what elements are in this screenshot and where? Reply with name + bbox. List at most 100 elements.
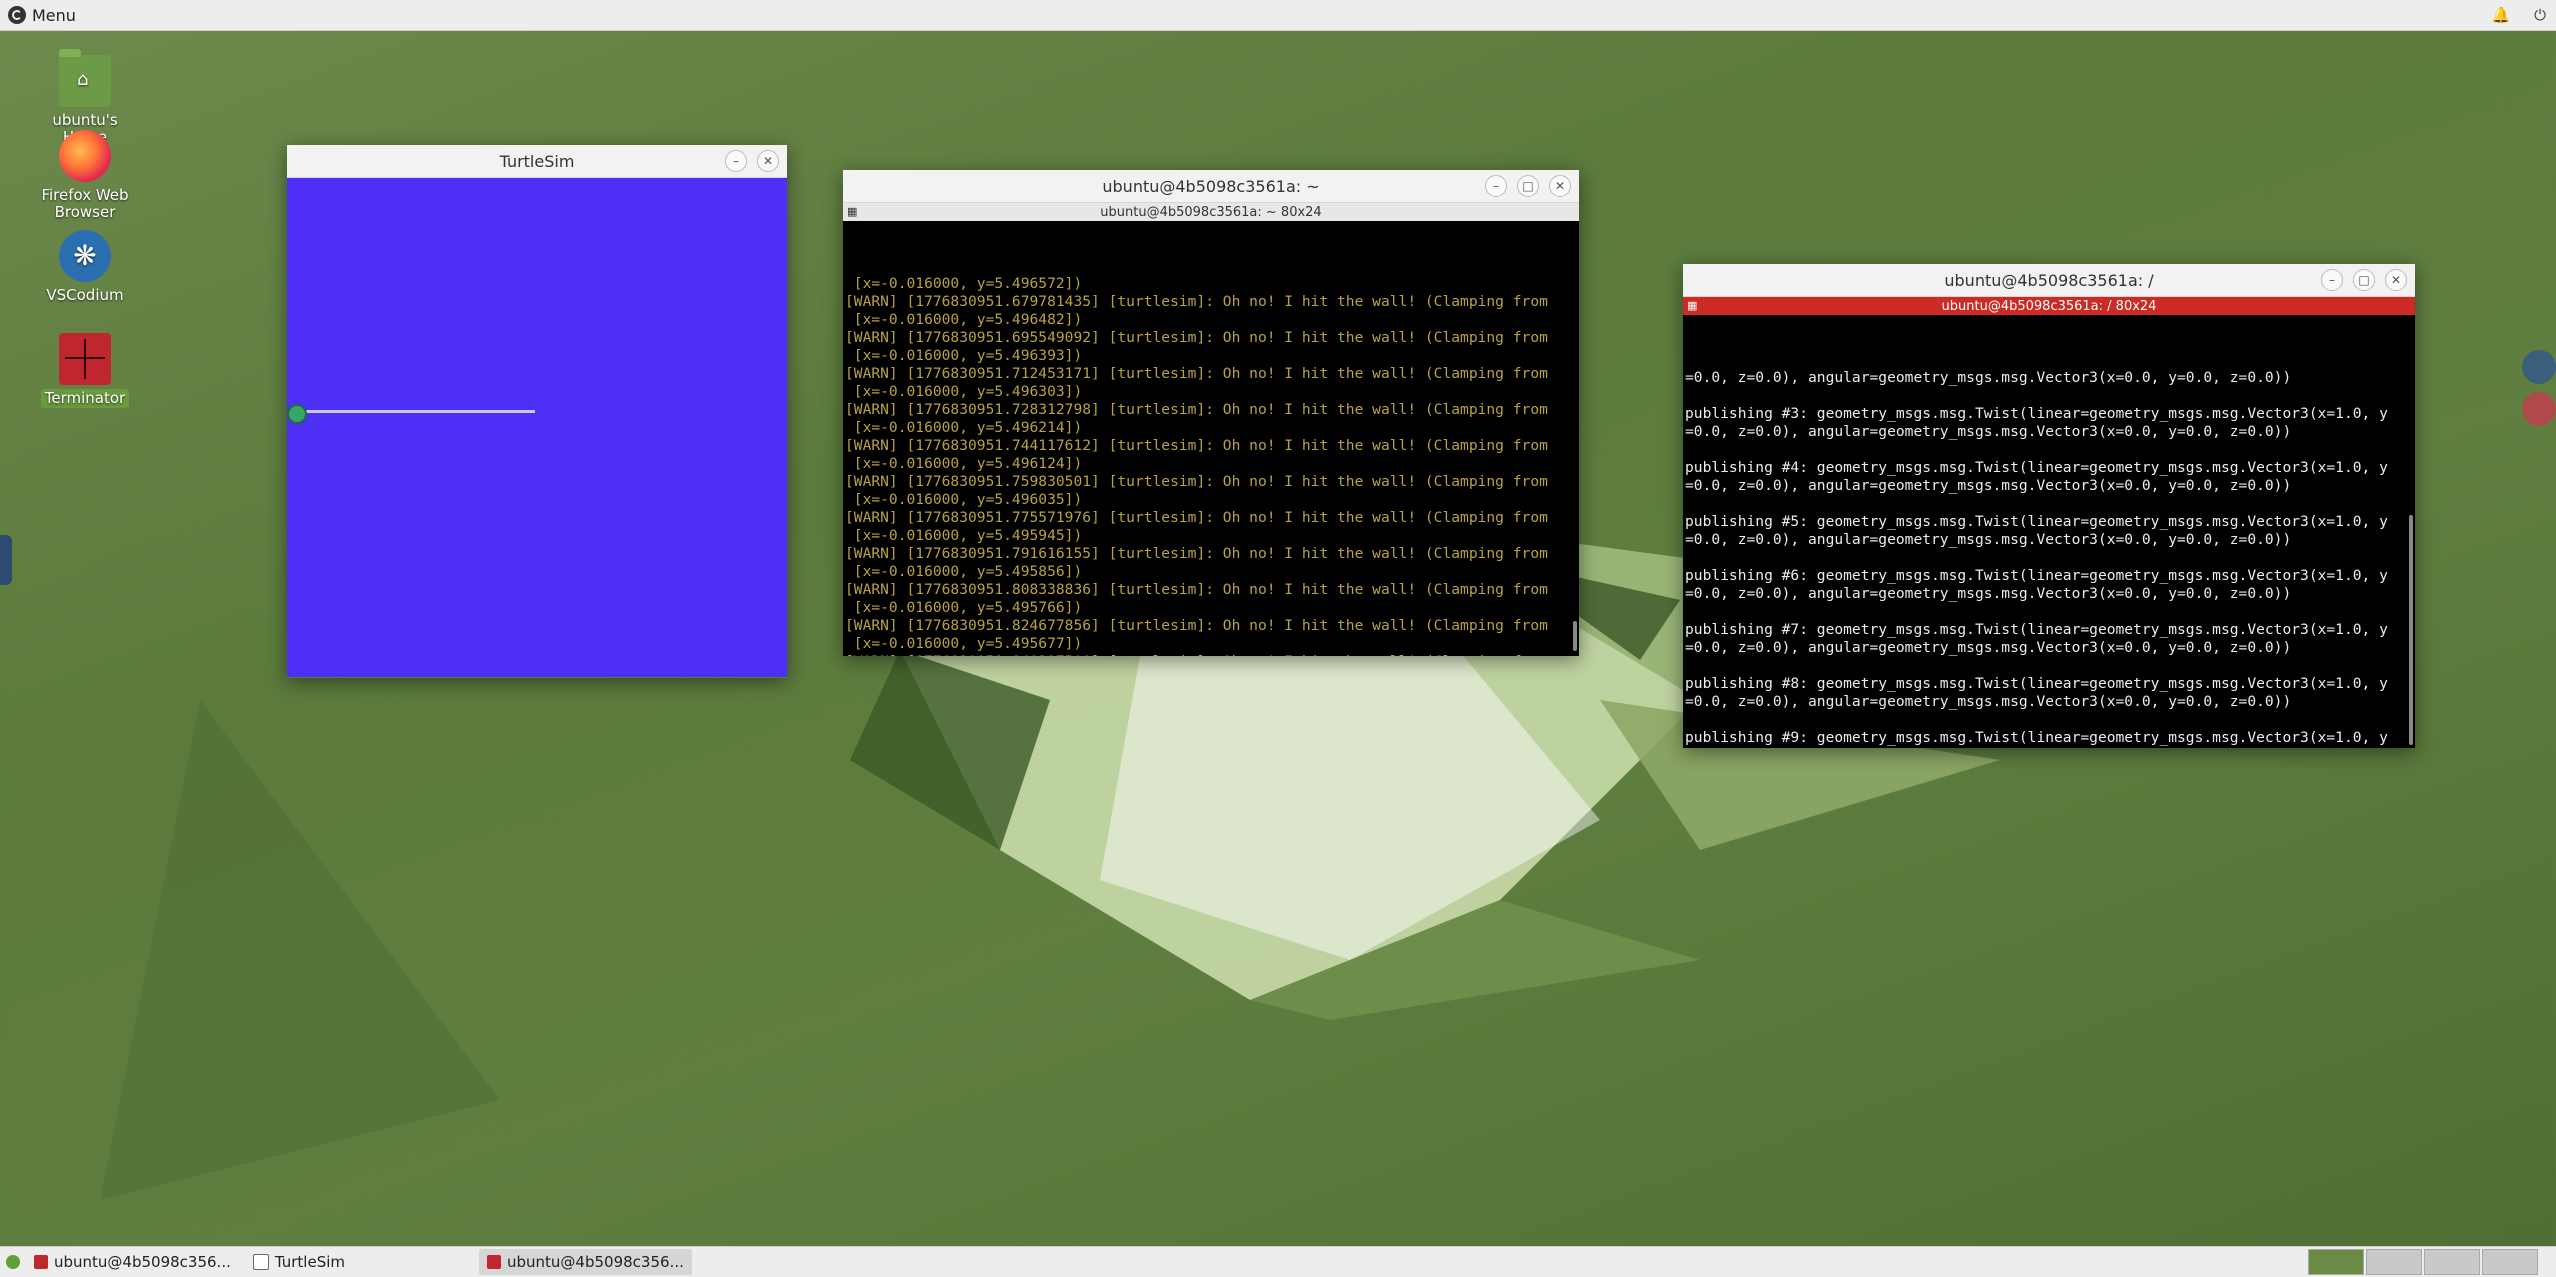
terminal-line: [x=-0.016000, y=5.495677]) [845,635,1083,652]
window-title: TurtleSim [499,151,575,171]
terminal-line: publishing #8: geometry_msgs.msg.Twist(l… [1685,675,2388,692]
terminal-line: =0.0, z=0.0), angular=geometry_msgs.msg.… [1685,477,2292,494]
menu-label: Menu [32,5,76,25]
workspace-switcher[interactable] [2308,1249,2538,1275]
terminal-line: publishing #7: geometry_msgs.msg.Twist(l… [1685,621,2388,638]
top-panel: Menu 🔔 ⏻ [0,0,2556,31]
maximize-button[interactable]: □ [1517,175,1539,197]
menu-logo-icon [8,6,26,24]
close-button[interactable]: ✕ [2385,269,2407,291]
window-title: ubuntu@4b5098c3561a: ~ [1102,176,1320,196]
taskbar-item-terminal[interactable]: ubuntu@4b5098c356... [479,1249,692,1275]
terminal-line: [x=-0.016000, y=5.495766]) [845,599,1083,616]
window-title: ubuntu@4b5098c3561a: / [1944,270,2154,290]
desktop-icon-vscodium[interactable]: ❋ VSCodium [25,230,145,305]
minimize-button[interactable]: – [1485,175,1507,197]
terminal-subtitle: ubuntu@4b5098c3561a: ~ 80x24 [1100,204,1322,220]
terminal-line: =0.0, z=0.0), angular=geometry_msgs.msg.… [1685,531,2292,548]
terminal-line: [x=-0.016000, y=5.496214]) [845,419,1083,436]
close-button[interactable]: ✕ [757,150,779,172]
terminal-line: [x=-0.016000, y=5.496572]) [845,275,1083,292]
turtle-trail [295,410,535,413]
window-icon [252,1254,269,1270]
desktop-icon-terminator[interactable]: Terminator [25,333,145,408]
terminator-icon [59,333,111,385]
taskbar-item-terminal[interactable]: ubuntu@4b5098c356... [26,1249,239,1275]
terminal-line: [x=-0.016000, y=5.495945]) [845,527,1083,544]
terminal-line: publishing #4: geometry_msgs.msg.Twist(l… [1685,459,2388,476]
workspace-3[interactable] [2424,1249,2480,1275]
workspace-4[interactable] [2482,1249,2538,1275]
turtlesim-canvas [287,178,787,677]
workspace-2[interactable] [2366,1249,2422,1275]
close-button[interactable]: ✕ [1549,175,1571,197]
terminator-icon [487,1255,501,1269]
dock-app-icon[interactable] [2522,392,2556,426]
terminal-line: [x=-0.016000, y=5.496482]) [845,311,1083,328]
taskbar-item-turtlesim[interactable]: TurtleSim [245,1249,353,1275]
power-icon[interactable]: ⏻ [2534,6,2546,24]
home-folder-icon: ⌂ [59,49,111,107]
terminal-line: [x=-0.016000, y=5.496035]) [845,491,1083,508]
window-titlebar[interactable]: ubuntu@4b5098c3561a: / – □ ✕ [1683,264,2415,297]
terminal-line: [x=-0.016000, y=5.495856]) [845,563,1083,580]
turtle-icon [287,404,307,424]
window-titlebar[interactable]: ubuntu@4b5098c3561a: ~ – □ ✕ [843,170,1579,203]
terminal-line: [WARN] [1776830951.808338836] [turtlesim… [845,581,1548,598]
terminal-line: [WARN] [1776830951.744117612] [turtlesim… [845,437,1548,454]
side-panel-toggle[interactable] [0,535,12,585]
terminal-line: [WARN] [1776830951.728312798] [turtlesim… [845,401,1548,418]
terminal-line: [WARN] [1776830951.712453171] [turtlesim… [845,365,1548,382]
terminal-line: publishing #3: geometry_msgs.msg.Twist(l… [1685,405,2388,422]
minimize-button[interactable]: – [725,150,747,172]
window-titlebar[interactable]: TurtleSim – ✕ [287,145,787,178]
terminal-line: [WARN] [1776830951.775571976] [turtlesim… [845,509,1548,526]
terminal-line: [WARN] [1776830951.791616155] [turtlesim… [845,545,1548,562]
maximize-button[interactable]: □ [2353,269,2375,291]
terminal-line: [WARN] [1776830951.840397500] [turtlesim… [845,653,1579,656]
terminal-line: =0.0, z=0.0), angular=geometry_msgs.msg.… [1685,369,2292,386]
terminal-grip-icon[interactable]: ▦ [847,205,861,219]
bell-icon[interactable]: 🔔 [2491,6,2510,24]
terminal-subtitle: ubuntu@4b5098c3561a: / 80x24 [1941,298,2157,314]
terminal-window-root: ubuntu@4b5098c3561a: / – □ ✕ ▦ ubuntu@4b… [1683,264,2415,748]
minimize-button[interactable]: – [2321,269,2343,291]
show-desktop-icon[interactable] [6,1255,20,1269]
terminal-line: [WARN] [1776830951.695549092] [turtlesim… [845,329,1548,346]
dock-app-icon[interactable] [2522,350,2556,384]
terminal-line: =0.0, z=0.0), angular=geometry_msgs.msg.… [1685,639,2292,656]
vscodium-icon: ❋ [59,230,111,282]
terminal-grip-icon[interactable]: ▦ [1687,299,1701,313]
terminal-line: [x=-0.016000, y=5.496393]) [845,347,1083,364]
desktop-icon-label: VSCodium [46,286,124,304]
terminal-line: publishing #6: geometry_msgs.msg.Twist(l… [1685,567,2388,584]
terminal-window-home: ubuntu@4b5098c3561a: ~ – □ ✕ ▦ ubuntu@4b… [843,170,1579,656]
terminal-output[interactable]: =0.0, z=0.0), angular=geometry_msgs.msg.… [1683,315,2415,748]
desktop-icon-label: Firefox Web Browser [41,186,129,221]
terminal-tab-bar[interactable]: ▦ ubuntu@4b5098c3561a: / 80x24 [1683,297,2415,315]
terminal-output[interactable]: [x=-0.016000, y=5.496572]) [WARN] [177683… [843,221,1579,656]
terminal-tab-bar[interactable]: ▦ ubuntu@4b5098c3561a: ~ 80x24 [843,203,1579,221]
workspace-1[interactable] [2308,1249,2364,1275]
terminator-icon [34,1255,48,1269]
terminal-line: [WARN] [1776830951.824677856] [turtlesim… [845,617,1548,634]
terminal-line: [WARN] [1776830951.759830501] [turtlesim… [845,473,1548,490]
terminal-line: =0.0, z=0.0), angular=geometry_msgs.msg.… [1685,585,2292,602]
terminal-line: =0.0, z=0.0), angular=geometry_msgs.msg.… [1685,747,2415,748]
scrollbar[interactable] [1573,621,1577,651]
terminal-line: publishing #5: geometry_msgs.msg.Twist(l… [1685,513,2388,530]
scrollbar[interactable] [2409,515,2413,745]
taskbar: ubuntu@4b5098c356... TurtleSim ubuntu@4b… [0,1246,2556,1277]
menu-button[interactable]: Menu [0,0,84,30]
terminal-line: [WARN] [1776830951.679781435] [turtlesim… [845,293,1548,310]
terminal-line: =0.0, z=0.0), angular=geometry_msgs.msg.… [1685,423,2292,440]
firefox-icon [59,130,111,182]
desktop-icon-firefox[interactable]: Firefox Web Browser [25,130,145,222]
